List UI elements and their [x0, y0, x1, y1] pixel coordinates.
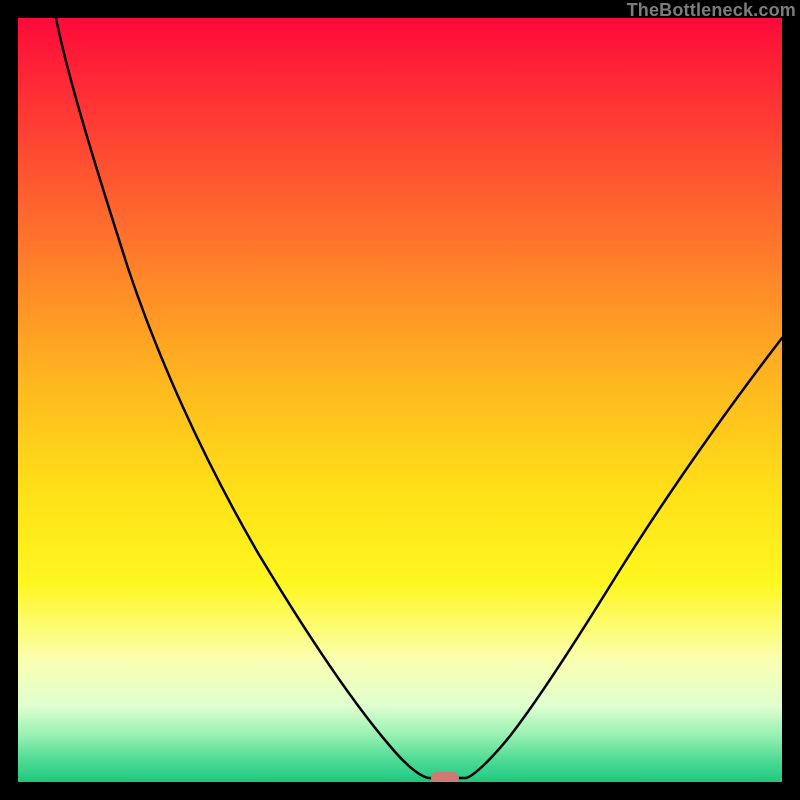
- watermark-label: TheBottleneck.com: [627, 0, 796, 21]
- bottleneck-curve: [56, 18, 782, 778]
- plot-area: [18, 18, 782, 782]
- curve-layer: [18, 18, 782, 782]
- chart-stage: TheBottleneck.com: [0, 0, 800, 800]
- optimal-marker: [431, 772, 459, 782]
